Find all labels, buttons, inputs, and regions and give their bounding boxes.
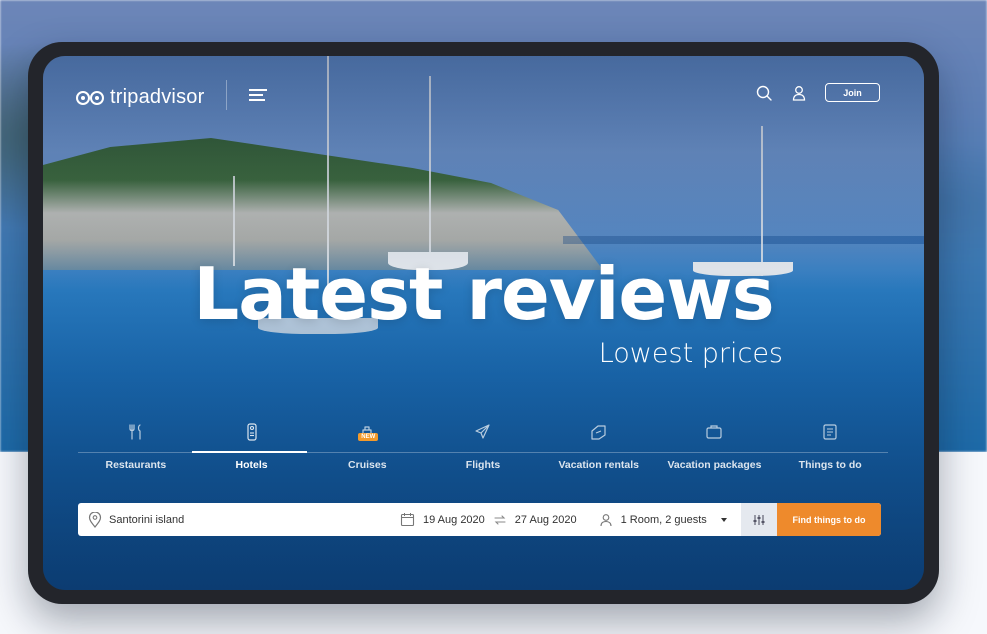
search-bar: 19 Aug 2020 27 Aug 2020 1 Room, 2 guests [78, 503, 881, 536]
location-input[interactable] [109, 513, 389, 526]
hero-title: Latest reviews [193, 252, 774, 336]
tab-restaurants[interactable]: Restaurants [78, 416, 194, 476]
screen: tripadvisor Join Latest reviews Lowest p… [43, 56, 924, 590]
tab-label: Cruises [348, 459, 387, 471]
tab-vacation-rentals[interactable]: Vacation rentals [541, 416, 657, 476]
tab-label: Restaurants [105, 459, 167, 471]
tab-cruises[interactable]: NEW Cruises [309, 416, 425, 476]
hotel-door-tag-icon [246, 423, 257, 441]
list-icon [823, 424, 837, 440]
logo-text: tripadvisor [110, 86, 205, 108]
swap-arrows-icon [494, 514, 506, 525]
plane-icon [475, 424, 490, 439]
new-badge: NEW [358, 433, 379, 441]
tab-label: Vacation packages [667, 459, 762, 471]
location-field[interactable] [78, 511, 400, 528]
tab-label: Vacation rentals [558, 459, 639, 471]
tab-label: Flights [465, 459, 501, 471]
find-things-button[interactable]: Find things to do [777, 503, 881, 536]
active-tab-indicator [192, 451, 307, 453]
filter-button[interactable] [741, 503, 777, 536]
menu-icon[interactable] [249, 89, 267, 101]
user-icon [600, 513, 612, 526]
guests-selector[interactable]: 1 Room, 2 guests [599, 513, 727, 527]
category-tabs: Restaurants Hotels NEW Cruises Flights V… [78, 416, 888, 476]
location-pin-icon [88, 511, 102, 528]
user-icon[interactable] [790, 84, 808, 102]
chevron-down-icon [720, 517, 727, 522]
restaurant-icon [129, 424, 141, 440]
suitcase-icon [706, 425, 723, 439]
tab-flights[interactable]: Flights [425, 416, 541, 476]
tab-label: Hotels [235, 459, 268, 471]
sliders-icon [753, 514, 765, 525]
tripadvisor-logo[interactable]: tripadvisor [76, 86, 204, 109]
tab-things-to-do[interactable]: Things to do [772, 416, 888, 476]
hero-subtitle: Lowest prices [598, 338, 783, 369]
header-divider [226, 80, 227, 110]
search-icon[interactable] [755, 84, 773, 102]
owl-eyes-icon [76, 90, 104, 105]
tab-hotels[interactable]: Hotels [194, 416, 310, 476]
check-out-date[interactable]: 27 Aug 2020 [515, 514, 577, 526]
guests-value: 1 Room, 2 guests [620, 513, 707, 526]
tablet-frame: tripadvisor Join Latest reviews Lowest p… [28, 42, 939, 604]
tab-label: Things to do [798, 459, 862, 471]
check-in-date[interactable]: 19 Aug 2020 [423, 514, 485, 526]
date-range[interactable]: 19 Aug 2020 27 Aug 2020 [400, 512, 577, 527]
tab-vacation-packages[interactable]: Vacation packages [657, 416, 773, 476]
rental-tag-icon [591, 425, 606, 440]
calendar-icon [400, 513, 415, 527]
join-button[interactable]: Join [825, 83, 880, 102]
